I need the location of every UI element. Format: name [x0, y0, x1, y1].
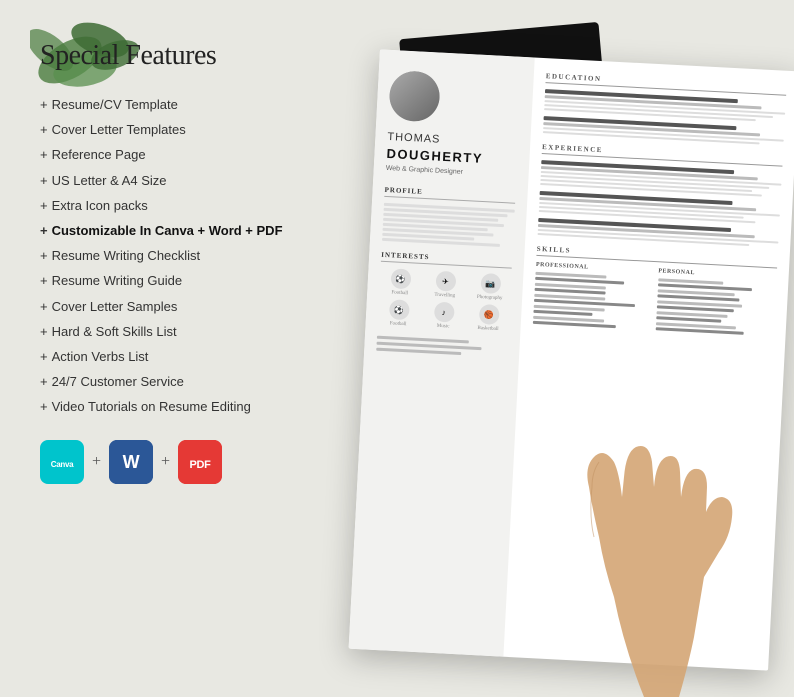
interest-item-3: ⚽ Football [378, 299, 420, 328]
skills-grid: PROFESSIONAL [533, 262, 777, 340]
feature-item-12: +24/7 Customer Service [40, 373, 290, 391]
interest-item-4: ♪ Music [422, 301, 464, 330]
feature-item-7: +Resume Writing Checklist [40, 247, 290, 265]
experience-section: EXPERIENCE [537, 143, 782, 247]
contact-line-3 [376, 348, 461, 355]
feature-item-13: +Video Tutorials on Resume Editing [40, 398, 290, 416]
tool-badges: Canva + W + PDF [40, 440, 290, 484]
interest-item-1: ✈ Travelling [424, 270, 466, 299]
plus-separator-2: + [161, 453, 170, 471]
left-panel: Special Features +Resume/CV Template +Cov… [0, 0, 320, 697]
features-list: +Resume/CV Template +Cover Letter Templat… [40, 96, 290, 416]
personal-skills: PERSONAL [655, 268, 777, 339]
svg-text:W: W [123, 452, 140, 472]
feature-item-1: +Resume/CV Template [40, 96, 290, 114]
svg-text:PDF: PDF [190, 459, 212, 471]
education-section: EDUCATION [543, 72, 787, 146]
interests-label: INTERESTS [381, 251, 512, 269]
profile-line-8 [382, 238, 500, 247]
feature-item-2: +Cover Letter Templates [40, 121, 290, 139]
professional-skills: PROFESSIONAL [533, 262, 655, 333]
feature-item-11: +Action Verbs List [40, 348, 290, 366]
section-title: Special Features [40, 40, 290, 72]
skills-section: SKILLS PROFESSIONAL [533, 245, 778, 340]
word-badge: W [109, 440, 153, 484]
interest-item-2: 📷 Photography [469, 273, 511, 302]
feature-item-5: +Extra Icon packs [40, 197, 290, 215]
interest-item-0: ⚽ Football [379, 268, 421, 297]
profile-label: PROFILE [384, 186, 515, 204]
feature-item-4: +US Letter & A4 Size [40, 172, 290, 190]
feature-item-8: +Resume Writing Guide [40, 272, 290, 290]
feature-item-10: +Hard & Soft Skills List [40, 323, 290, 341]
feature-item-9: +Cover Letter Samples [40, 298, 290, 316]
feature-item-3: +Reference Page [40, 146, 290, 164]
pdf-badge: PDF [178, 440, 222, 484]
plus-separator-1: + [92, 453, 101, 471]
interests-grid: ⚽ Football ✈ Travelling 📷 Photography ⚽ … [378, 268, 512, 333]
canva-badge: Canva [40, 440, 84, 484]
feature-item-6: +Customizable In Canva + Word + PDF [40, 222, 290, 240]
right-panel: THOMAS DOUGHERTY Web & Graphic Designer … [314, 0, 794, 697]
interest-item-5: 🏀 Basketball [467, 304, 509, 333]
hand-illustration [444, 397, 794, 697]
svg-text:Canva: Canva [51, 460, 74, 469]
resume-photo [388, 70, 441, 123]
